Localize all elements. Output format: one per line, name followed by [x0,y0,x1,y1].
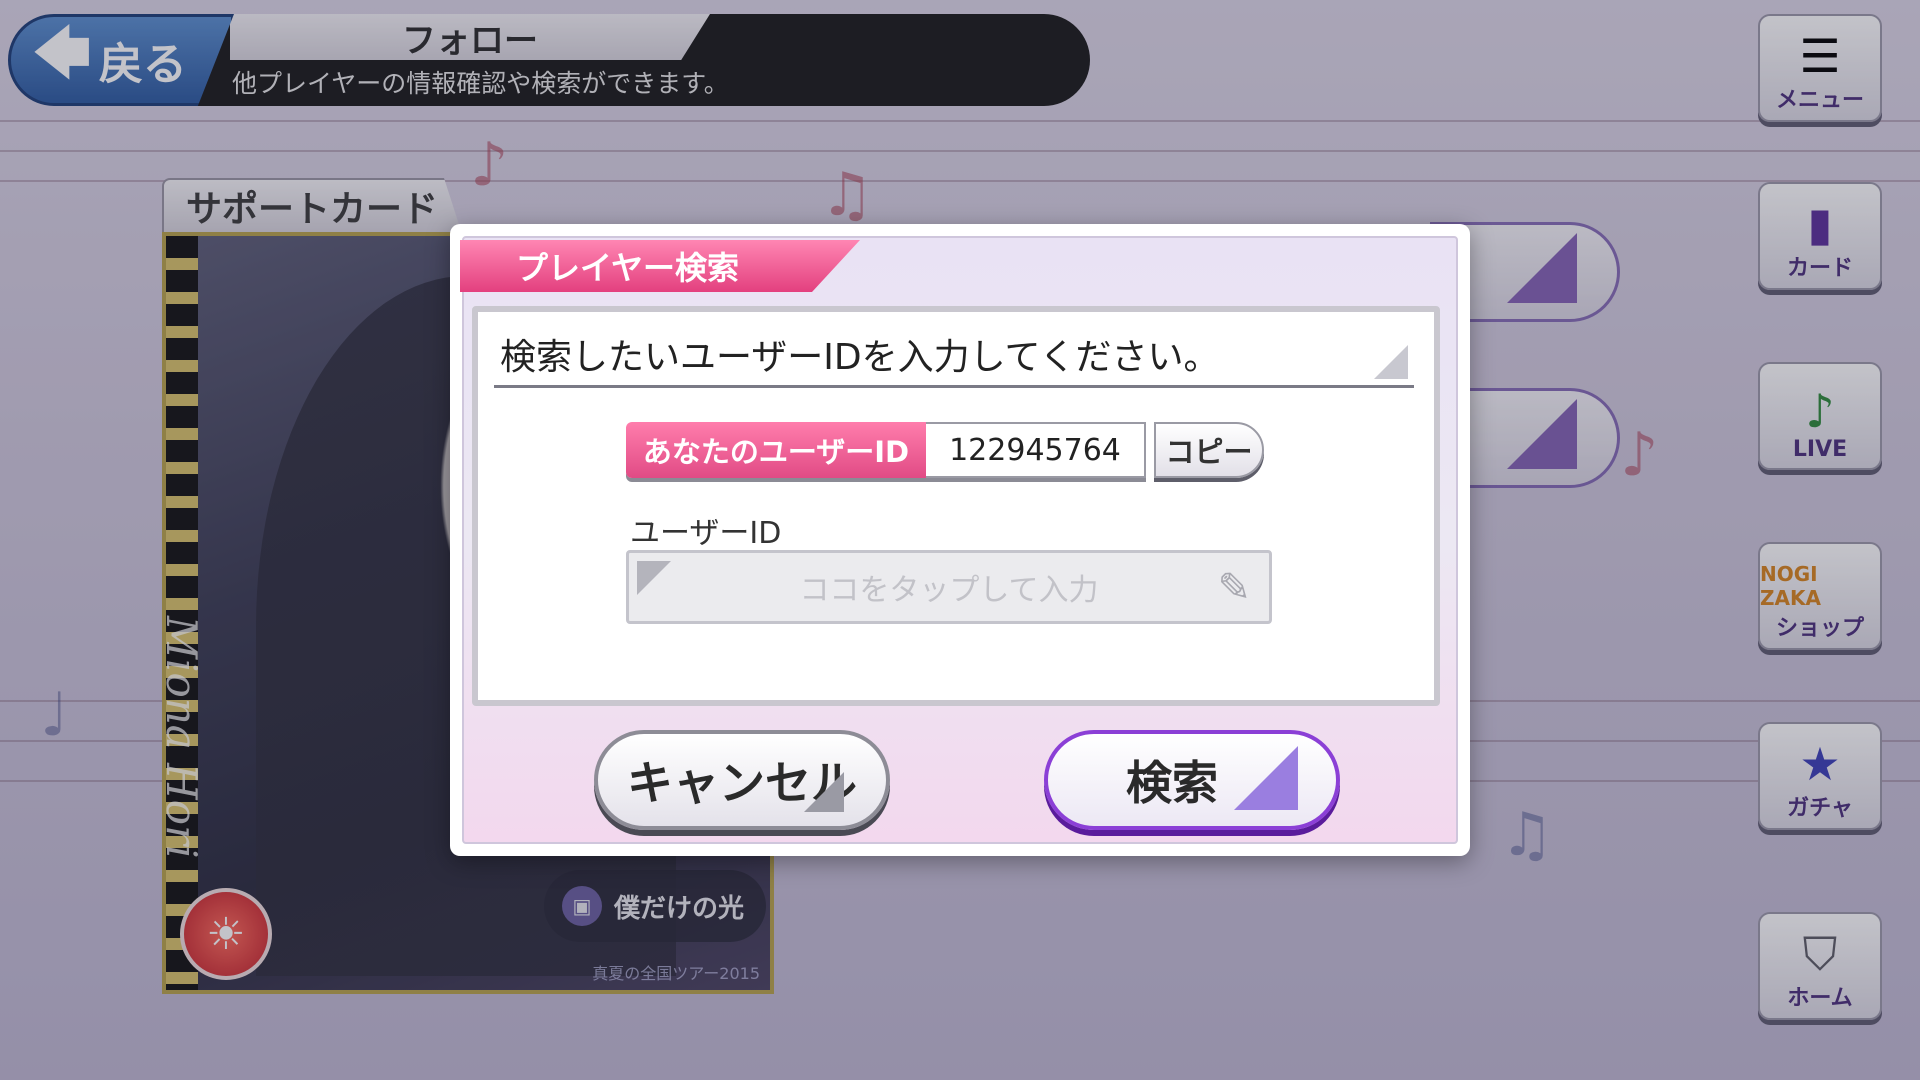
cancel-button[interactable]: キャンセル [594,730,890,830]
your-id-value: 122945764 [926,422,1146,478]
corner-triangle-icon [1234,746,1298,810]
your-id-row: あなたのユーザーID 122945764 コピー [626,422,1264,482]
user-id-input[interactable]: ココをタップして入力 ✎ [626,550,1272,624]
copy-id-button[interactable]: コピー [1154,422,1264,478]
user-id-field-label: ユーザーID [630,516,782,551]
dialog-body: プレイヤー検索 検索したいユーザーIDを入力してください。 あなたのユーザーID… [460,236,1458,844]
dialog-title: プレイヤー検索 [460,240,860,292]
user-id-placeholder: ココをタップして入力 [799,573,1099,608]
corner-triangle-icon [1374,345,1408,379]
pencil-icon: ✎ [1217,565,1251,611]
your-id-label: あなたのユーザーID [626,422,926,478]
search-button[interactable]: 検索 [1044,730,1340,830]
player-search-dialog: プレイヤー検索 検索したいユーザーIDを入力してください。 あなたのユーザーID… [450,224,1470,856]
search-label: 検索 [1126,756,1218,810]
search-prompt-text: 検索したいユーザーIDを入力してください。 [500,337,1220,378]
corner-triangle-icon [637,561,671,595]
dialog-content: 検索したいユーザーIDを入力してください。 あなたのユーザーID 1229457… [472,306,1440,706]
corner-triangle-icon [804,772,844,812]
search-prompt: 検索したいユーザーIDを入力してください。 [494,328,1414,388]
